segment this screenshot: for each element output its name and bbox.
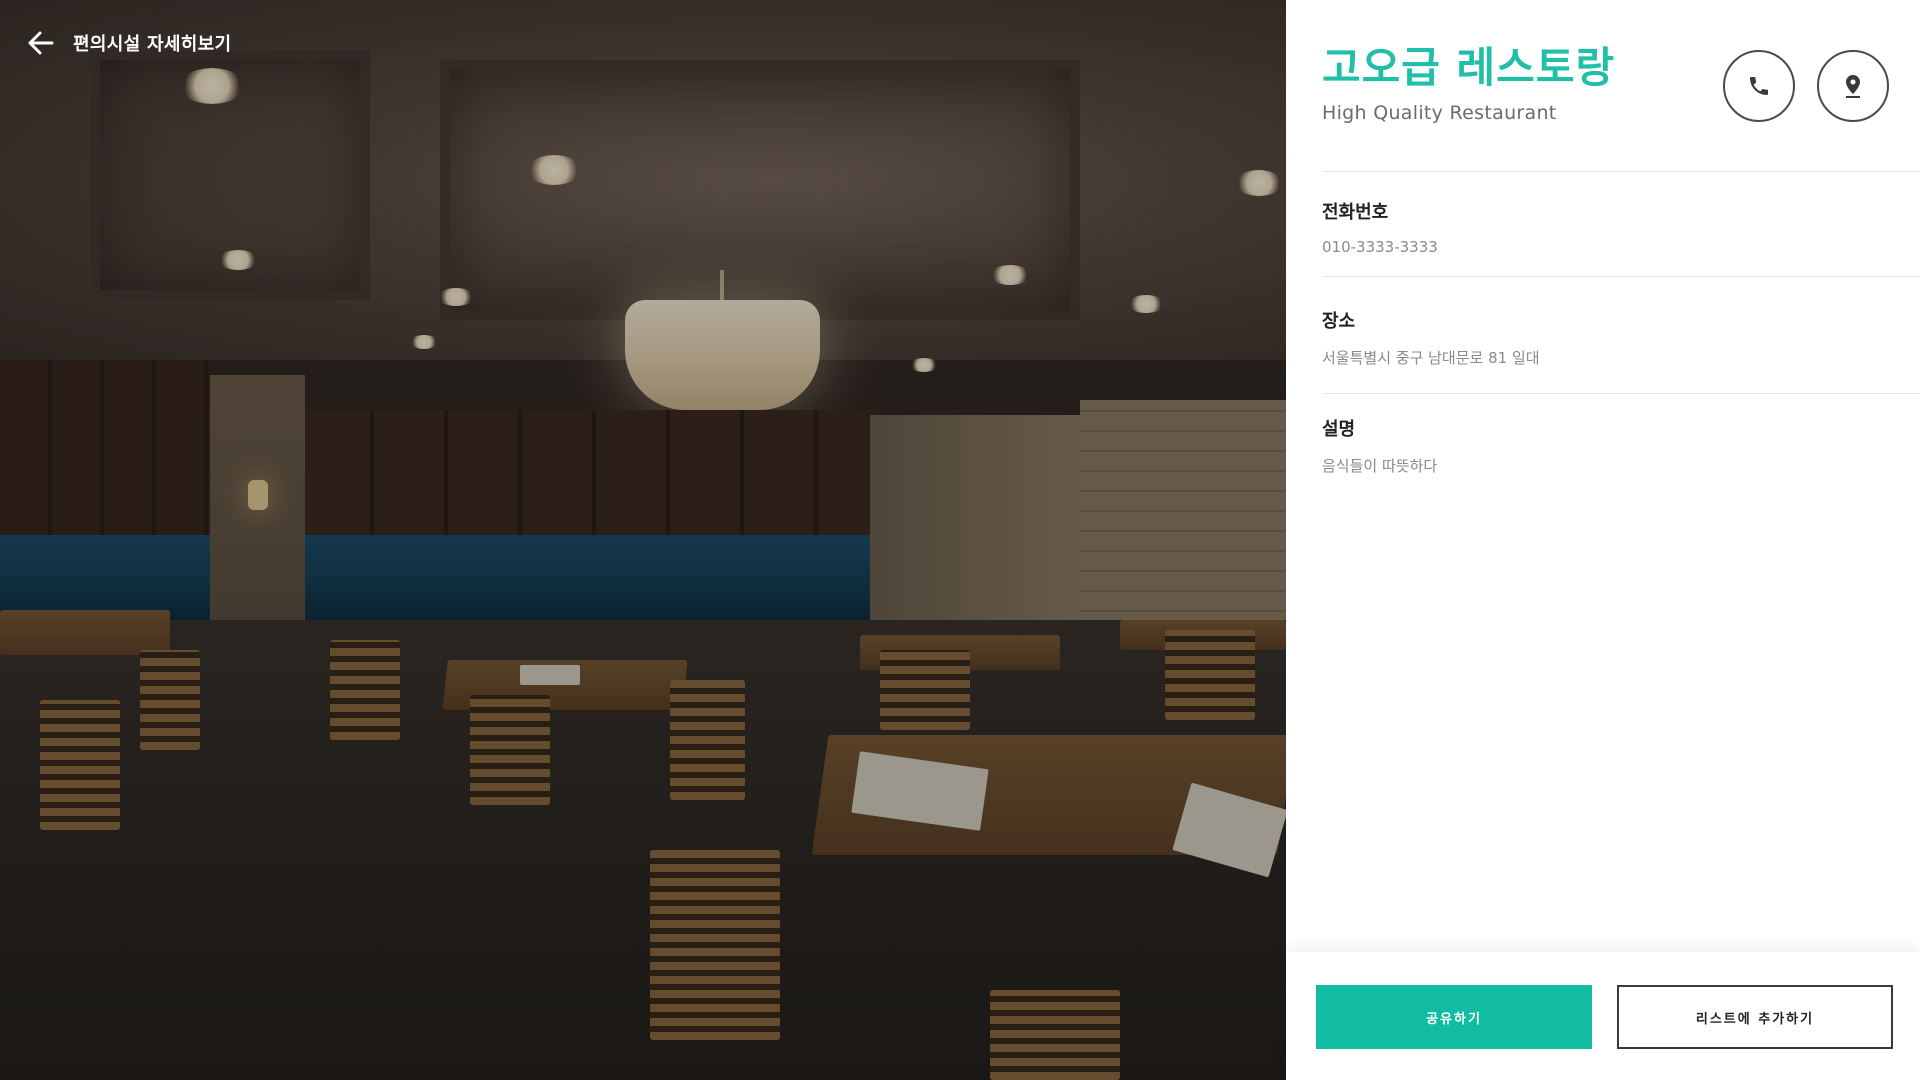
map-pin-icon [1846, 75, 1860, 98]
divider [1322, 276, 1920, 277]
detail-phone: 전화번호 010-3333-3333 [1322, 198, 1438, 256]
bottom-action-bar: 공유하기 리스트에 추가하기 [1286, 952, 1920, 1080]
detail-label: 장소 [1322, 311, 1356, 332]
facility-subtitle: High Quality Restaurant [1322, 102, 1557, 124]
detail-panel: 고오급 레스토랑 High Quality Restaurant 전화번호 01… [1286, 0, 1920, 1080]
map-button[interactable] [1817, 50, 1889, 122]
detail-location: 장소 서울특별시 중구 남대문로 81 일대 [1322, 307, 1540, 368]
divider [1322, 393, 1920, 394]
back-button[interactable] [26, 28, 56, 58]
arrow-left-icon [28, 31, 54, 55]
divider [1322, 171, 1920, 172]
photo-header: 편의시설 자세히보기 [26, 26, 231, 60]
phone-icon [1750, 77, 1768, 95]
detail-value: 음식들이 따뜻하다 [1322, 457, 1438, 475]
detail-value: 010-3333-3333 [1322, 238, 1438, 256]
call-button[interactable] [1723, 50, 1795, 122]
add-to-list-button[interactable]: 리스트에 추가하기 [1617, 985, 1893, 1049]
facility-detail-screen: 편의시설 자세히보기 고오급 레스토랑 High Quality Restaur… [0, 0, 1920, 1080]
detail-label: 전화번호 [1322, 202, 1389, 223]
facility-name: 고오급 레스토랑 [1322, 43, 1616, 92]
page-title: 편의시설 자세히보기 [73, 34, 232, 55]
detail-label: 설명 [1322, 419, 1356, 440]
detail-description: 설명 음식들이 따뜻하다 [1322, 415, 1437, 476]
facility-title-block: 고오급 레스토랑 High Quality Restaurant [1322, 42, 1615, 124]
share-button[interactable]: 공유하기 [1316, 985, 1592, 1049]
photo-dim-overlay [0, 0, 1286, 1080]
detail-value: 서울특별시 중구 남대문로 81 일대 [1322, 349, 1540, 367]
restaurant-photo: 편의시설 자세히보기 [0, 0, 1286, 1080]
